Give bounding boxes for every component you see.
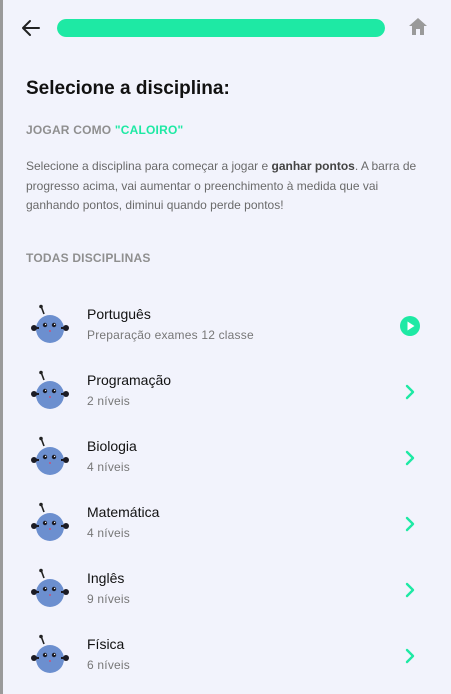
description-part1: Selecione a disciplina para começar a jo…: [26, 159, 272, 173]
chevron-right-icon[interactable]: [399, 579, 421, 601]
subject-name: Física: [87, 636, 125, 652]
home-icon: [409, 18, 427, 35]
description-bold: ganhar pontos: [271, 159, 355, 173]
subject-name: Português: [87, 306, 151, 322]
subject-name: Inglês: [87, 570, 125, 586]
play-as-label: JOGAR COMO "CALOIRO": [26, 123, 183, 137]
chevron-right-icon[interactable]: [399, 381, 421, 403]
subject-name: Matemática: [87, 504, 160, 520]
subject-row[interactable]: Inglês 9 níveis: [0, 556, 451, 622]
subject-row[interactable]: Português Preparação exames 12 classe: [0, 292, 451, 358]
subject-name: Biologia: [87, 438, 137, 454]
play-circle-icon[interactable]: [399, 315, 421, 337]
progress-bar-fill: [57, 19, 385, 37]
section-label: TODAS DISCIPLINAS: [26, 251, 151, 265]
subject-subtitle: 6 níveis: [87, 658, 130, 672]
subject-subtitle: 4 níveis: [87, 526, 130, 540]
subject-subtitle: Preparação exames 12 classe: [87, 328, 254, 342]
top-bar: [0, 0, 451, 56]
robot-avatar-icon: [30, 304, 70, 346]
subject-row[interactable]: Biologia 4 níveis: [0, 424, 451, 490]
play-as-level: "CALOIRO": [114, 123, 184, 137]
progress-bar: [57, 19, 385, 37]
chevron-right-icon[interactable]: [399, 645, 421, 667]
chevron-right-icon[interactable]: [399, 447, 421, 469]
subject-subtitle: 2 níveis: [87, 394, 130, 408]
back-button[interactable]: [18, 15, 44, 41]
chevron-right-icon[interactable]: [399, 513, 421, 535]
subject-name: Programação: [87, 372, 172, 388]
subject-row[interactable]: Física 6 níveis: [0, 622, 451, 688]
subject-subtitle: 9 níveis: [87, 592, 130, 606]
robot-avatar-icon: [30, 634, 70, 676]
subject-row[interactable]: Matemática 4 níveis: [0, 490, 451, 556]
robot-avatar-icon: [30, 502, 70, 544]
subject-row[interactable]: Programação 2 níveis: [0, 358, 451, 424]
robot-avatar-icon: [30, 568, 70, 610]
subject-subtitle: 4 níveis: [87, 460, 130, 474]
robot-avatar-icon: [30, 370, 70, 412]
robot-avatar-icon: [30, 436, 70, 478]
page-title: Selecione a disciplina:: [26, 78, 230, 99]
play-as-prefix: JOGAR COMO: [26, 123, 115, 137]
instructions-text: Selecione a disciplina para começar a jo…: [26, 157, 426, 216]
arrow-left-icon: [22, 20, 40, 36]
home-button[interactable]: [406, 15, 430, 39]
